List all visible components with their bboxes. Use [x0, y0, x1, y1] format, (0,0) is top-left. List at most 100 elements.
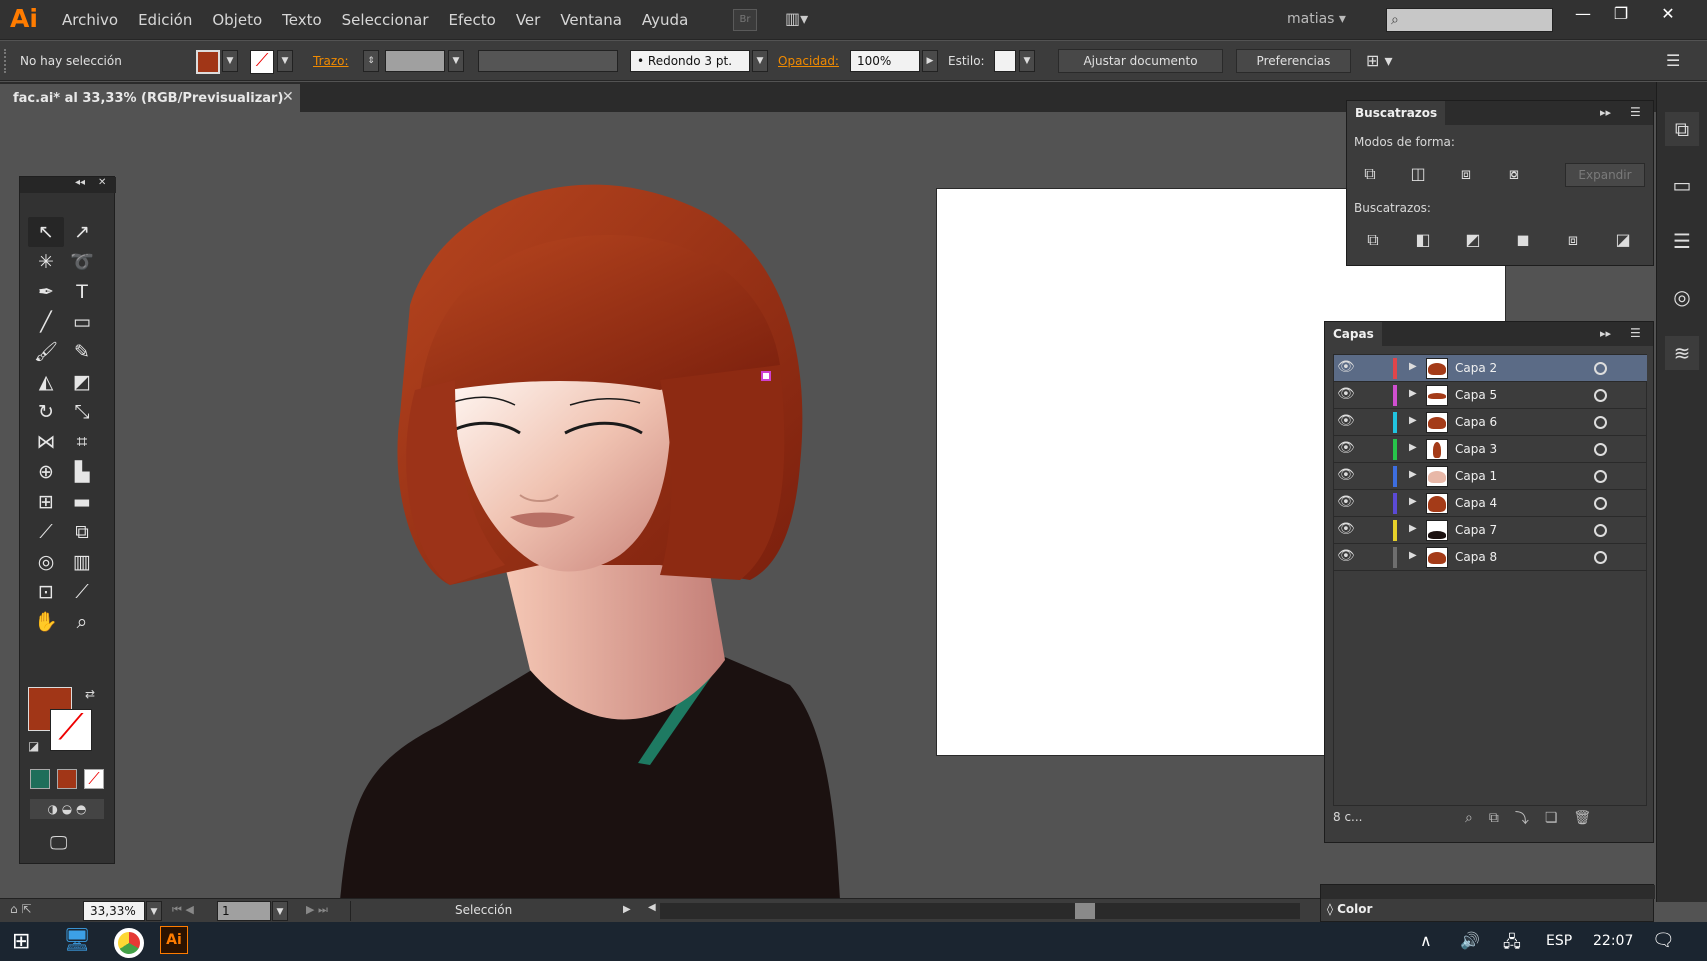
status-arrow-icon[interactable]: ▶ [623, 904, 631, 915]
none-mode-icon[interactable]: ⟋ [84, 769, 104, 789]
locate-object-icon[interactable]: ⌕ [1465, 810, 1473, 826]
slice-tool-icon[interactable]: ⟋ [64, 577, 100, 607]
minimize-button[interactable]: — [1565, 0, 1601, 28]
layer-row-capa-5[interactable]: 👁 ▶ Capa 5 [1334, 382, 1647, 409]
pathfinder-title[interactable]: Buscatrazos [1347, 101, 1446, 125]
new-layer-icon[interactable]: ❏ [1545, 810, 1558, 826]
expand-arrow-icon[interactable]: ▶ [1409, 550, 1417, 561]
zoom-field[interactable]: 33,33% [83, 901, 145, 921]
crop-icon[interactable]: ◼ [1510, 227, 1536, 253]
visibility-eye-icon[interactable]: 👁 [1337, 467, 1355, 483]
column-graph-tool-icon[interactable]: ▥ [64, 547, 100, 577]
scale-tool-icon[interactable]: ⤡ [64, 397, 100, 427]
expand-arrow-icon[interactable]: ▶ [1409, 523, 1417, 534]
gradient-dock-icon[interactable]: ▭ [1665, 168, 1699, 202]
gradient-mode-icon[interactable] [57, 769, 77, 789]
type-tool-icon[interactable]: T [64, 277, 100, 307]
target-circle-icon[interactable] [1594, 524, 1607, 537]
rectangle-tool-icon[interactable]: ▭ [64, 307, 100, 337]
stroke-dock-icon[interactable]: ☰ [1665, 224, 1699, 258]
minus-back-icon[interactable]: ◪ [1610, 227, 1636, 253]
fill-dropdown[interactable]: ▼ [222, 50, 238, 72]
default-colors-icon[interactable]: ◪ [28, 739, 39, 753]
visibility-eye-icon[interactable]: 👁 [1337, 548, 1355, 564]
hand-tool-icon[interactable]: ✋ [28, 607, 64, 637]
pen-tool-icon[interactable]: ✒ [28, 277, 64, 307]
windows-start-icon[interactable]: ⊞ [12, 929, 30, 954]
new-sublayer-icon[interactable]: ⤵ [1515, 808, 1529, 828]
layers-expand-icon[interactable]: ▸▸ [1600, 327, 1611, 340]
stroke-dropdown[interactable]: ▼ [277, 50, 293, 72]
target-circle-icon[interactable] [1594, 497, 1607, 510]
panel-menu-icon[interactable]: ☰ [1630, 105, 1641, 119]
visibility-eye-icon[interactable]: 👁 [1337, 494, 1355, 510]
stroke-none-icon[interactable]: ⟋ [250, 50, 274, 74]
layer-row-capa-3[interactable]: 👁 ▶ Capa 3 [1334, 436, 1647, 463]
target-circle-icon[interactable] [1594, 443, 1607, 456]
width-tool-icon[interactable]: ⋈ [28, 427, 64, 457]
style-swatch[interactable] [994, 50, 1016, 72]
tray-chevron-icon[interactable]: ∧ [1420, 931, 1432, 950]
last-artboard-icon[interactable]: ▶ ⏭ [306, 903, 328, 917]
variable-width-field[interactable] [478, 50, 618, 72]
menu-ver[interactable]: Ver [506, 0, 551, 40]
target-circle-icon[interactable] [1594, 416, 1607, 429]
layer-row-capa-2[interactable]: 👁 ▶ Capa 2 [1334, 355, 1647, 382]
status-info[interactable]: Selección ▶ [350, 901, 640, 921]
document-tab[interactable]: fac.ai* al 33,33% (RGB/Previsualizar) ✕ [0, 84, 300, 112]
target-circle-icon[interactable] [1594, 551, 1607, 564]
preferences-button[interactable]: Preferencias [1236, 49, 1351, 73]
paintbrush-tool-icon[interactable]: 🖌 [28, 337, 64, 367]
delete-layer-icon[interactable]: 🗑 [1573, 810, 1591, 826]
artboard-nav-icon[interactable]: ⌂ ⇱ [10, 902, 32, 916]
menu-seleccionar[interactable]: Seleccionar [332, 0, 439, 40]
zoom-dropdown[interactable]: ▼ [146, 901, 162, 921]
free-transform-tool-icon[interactable]: ⌗ [64, 427, 100, 457]
target-circle-icon[interactable] [1594, 470, 1607, 483]
eraser-tool-icon[interactable]: ◩ [64, 367, 100, 397]
zoom-tool-icon[interactable]: ⌕ [64, 607, 100, 637]
artboard-tool-icon[interactable]: ⊡ [28, 577, 64, 607]
menu-objeto[interactable]: Objeto [202, 0, 272, 40]
blob-brush-tool-icon[interactable]: ◭ [28, 367, 64, 397]
intersect-icon[interactable]: ⧈ [1453, 161, 1479, 187]
layer-row-capa-7[interactable]: 👁 ▶ Capa 7 [1334, 517, 1647, 544]
scroll-left-icon[interactable]: ◀ [648, 902, 656, 913]
menu-efecto[interactable]: Efecto [439, 0, 506, 40]
visibility-eye-icon[interactable]: 👁 [1337, 521, 1355, 537]
user-menu[interactable]: matias ▾ [1287, 11, 1346, 27]
shape-builder-tool-icon[interactable]: ⊕ [28, 457, 64, 487]
layer-row-capa-1[interactable]: 👁 ▶ Capa 1 [1334, 463, 1647, 490]
desktop-icon[interactable]: 🖥 [63, 928, 91, 953]
direct-selection-tool-icon[interactable]: ↗ [64, 217, 100, 247]
stroke-label[interactable]: Trazo: [313, 54, 349, 68]
scrollbar-thumb[interactable] [1075, 903, 1095, 919]
page-dropdown[interactable]: ▼ [272, 901, 288, 921]
close-tab-icon[interactable]: ✕ [282, 89, 294, 105]
first-artboard-icon[interactable]: ⏮ ◀ [172, 903, 194, 917]
visibility-eye-icon[interactable]: 👁 [1337, 386, 1355, 402]
menu-ventana[interactable]: Ventana [550, 0, 632, 40]
brush-field[interactable]: • Redondo 3 pt. [630, 50, 750, 72]
bridge-button[interactable]: Br [733, 9, 757, 31]
drawing-modes-icon[interactable]: ◑ ◒ ◓ [30, 799, 104, 819]
rotate-tool-icon[interactable]: ↻ [28, 397, 64, 427]
selection-tool-icon[interactable]: ↖ [28, 217, 64, 247]
trim-icon[interactable]: ◧ [1410, 227, 1436, 253]
swap-colors-icon[interactable]: ⇄ [85, 687, 95, 701]
search-input[interactable]: ⌕ [1386, 8, 1553, 32]
control-menu-icon[interactable]: ☰ [1666, 51, 1680, 70]
restore-button[interactable]: ❐ [1603, 0, 1639, 28]
lasso-tool-icon[interactable]: ➰ [64, 247, 100, 277]
gradient-tool-icon[interactable]: ▬ [64, 487, 100, 517]
visibility-eye-icon[interactable]: 👁 [1337, 413, 1355, 429]
expand-arrow-icon[interactable]: ▶ [1409, 361, 1417, 372]
anchor-point-marker[interactable] [761, 371, 771, 381]
color-mode-icon[interactable] [30, 769, 50, 789]
target-circle-icon[interactable] [1594, 389, 1607, 402]
brush-dropdown[interactable]: ▼ [752, 50, 768, 72]
expand-button[interactable]: Expandir [1565, 163, 1645, 187]
layers-menu-icon[interactable]: ☰ [1630, 326, 1641, 340]
perspective-grid-tool-icon[interactable]: ▙ [64, 457, 100, 487]
close-button[interactable]: ✕ [1650, 0, 1686, 28]
